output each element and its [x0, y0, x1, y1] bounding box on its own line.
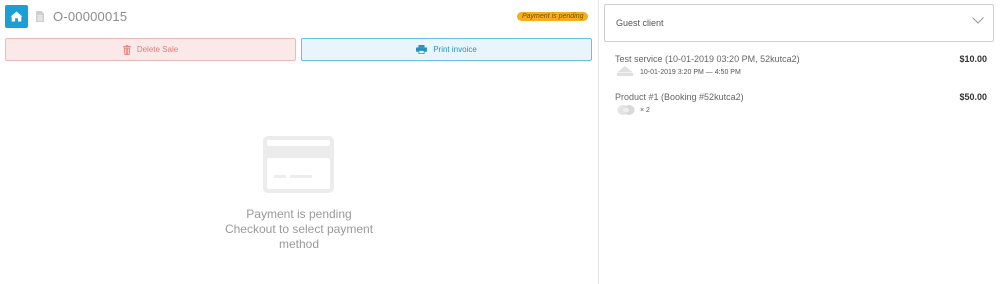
trash-icon [122, 44, 131, 55]
home-button[interactable] [5, 5, 28, 28]
document-icon [36, 11, 44, 22]
product-icon [617, 105, 635, 115]
client-select-value: Guest client [616, 18, 664, 28]
sale-panel: O-00000015 Payment is pending Delete Sal… [0, 0, 598, 284]
status-badge: Payment is pending [517, 12, 589, 21]
home-icon [10, 11, 23, 22]
credit-card-icon [263, 136, 334, 193]
cart-item[interactable]: Test service (10-01-2019 03:20 PM, 52kut… [615, 54, 987, 80]
service-icon [617, 66, 633, 76]
printer-icon [416, 45, 428, 54]
print-invoice-label: Print invoice [433, 45, 477, 54]
order-id: O-00000015 [53, 9, 128, 24]
cart-item-time: 10-01-2019 3:20 PM — 4:50 PM [640, 69, 741, 76]
cart-item-price: $10.00 [959, 54, 987, 64]
client-select[interactable]: Guest client [604, 4, 994, 42]
cart-item-title: Test service (10-01-2019 03:20 PM, 52kut… [615, 54, 800, 64]
cart-item-price: $50.00 [959, 92, 987, 102]
delete-sale-label: Delete Sale [136, 45, 179, 54]
payment-pending-hint-cont: method [278, 237, 320, 251]
delete-sale-button[interactable]: Delete Sale [5, 38, 296, 61]
chevron-down-icon [972, 17, 984, 24]
cart-item-quantity: × 2 [640, 107, 650, 114]
cart-item-title: Product #1 (Booking #52kutca2) [615, 92, 744, 102]
payment-pending-message: Payment is pending Checkout to select pa… [199, 207, 399, 252]
payment-pending-title: Payment is pending [246, 207, 352, 221]
cart-item[interactable]: Product #1 (Booking #52kutca2) $50.00 × … [615, 92, 987, 118]
payment-pending-hint: Checkout to select payment [224, 222, 374, 236]
cart-panel: Guest client Test service (10-01-2019 03… [599, 0, 1000, 284]
print-invoice-button[interactable]: Print invoice [301, 38, 592, 61]
